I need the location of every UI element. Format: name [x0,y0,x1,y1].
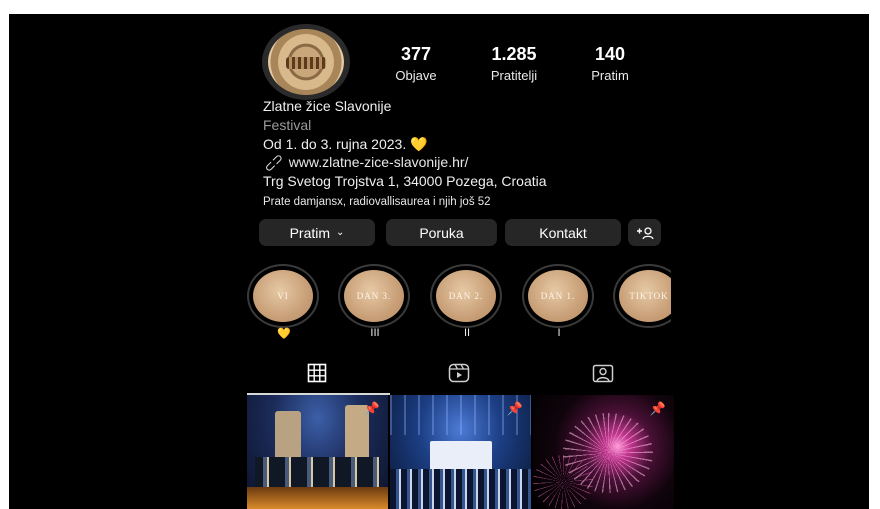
profile-screen: 377 Objave 1.285 Pratitelji 140 Pratim Z… [9,14,869,509]
followers-stat[interactable]: 1.285 Pratitelji [469,44,559,83]
contact-button-label: Kontakt [539,224,587,241]
profile-address[interactable]: Trg Svetog Trojstva 1, 34000 Pozega, Cro… [263,173,547,189]
message-button-label: Poruka [419,224,464,241]
add-person-icon [636,226,654,239]
profile-avatar[interactable] [262,24,350,100]
highlight-cover: TIKTOK [619,270,679,322]
tagged-icon [592,364,614,383]
highlight-cover: DAN 3. [344,270,404,322]
highlight-dan-3[interactable]: DAN 3. [338,264,410,328]
message-button[interactable]: Poruka [386,219,497,246]
highlight-label: I [557,327,561,339]
highlight-cover: DAN 2. [436,270,496,322]
yellow-heart-icon: 💛 [410,136,428,152]
tab-tagged[interactable] [543,360,663,386]
highlight-label: 💛 [277,328,291,340]
profile-category: Festival [263,117,312,133]
highlights-fade [671,254,701,344]
website-link[interactable]: ⊂⊃ www.zlatne-zice-slavonije.hr/ [261,150,469,176]
post-thumbnail-orchestra[interactable]: 📌 [390,395,531,509]
bio-line: Od 1. do 3. rujna 2023. 💛 [263,136,428,153]
pinned-icon: 📌 [506,401,523,416]
highlight-dan-2[interactable]: DAN 2. [430,264,502,328]
chevron-down-icon: ⌄ [336,227,345,238]
following-count: 140 [594,44,626,64]
reels-icon [448,363,470,383]
followed-by-text[interactable]: Prate damjansx, radiovallisaurea i njih … [263,196,491,208]
tab-grid[interactable] [257,360,377,386]
highlight-dan-1[interactable]: DAN 1. [522,264,594,328]
pinned-icon: 📌 [649,401,666,416]
avatar-logo [268,29,344,95]
profile-name: Zlatne žice Slavonije [263,98,392,114]
post-thumbnail-stage[interactable]: 📌 [247,395,388,509]
highlight-label: III [370,327,380,339]
posts-label: Objave [395,68,437,83]
following-button[interactable]: Pratim ⌄ [259,219,375,246]
grid-icon [307,363,327,383]
highlight-label: II [463,327,471,339]
following-button-label: Pratim [289,224,331,241]
post-thumbnail-fireworks[interactable]: 📌 [533,395,674,509]
posts-stat[interactable]: 377 Objave [371,44,461,83]
tab-reels[interactable] [399,360,519,386]
highlight-cover: VI [253,270,313,322]
following-stat[interactable]: 140 Pratim [565,44,655,83]
pinned-icon: 📌 [363,401,380,416]
following-label: Pratim [591,68,629,83]
website-url: www.zlatne-zice-slavonije.hr/ [288,154,469,170]
followers-count: 1.285 [491,44,537,64]
add-user-button[interactable] [628,219,661,246]
highlight-cover: DAN 1. [528,270,588,322]
bio-text: Od 1. do 3. rujna 2023. [263,136,407,152]
contact-button[interactable]: Kontakt [505,219,621,246]
posts-count: 377 [400,44,432,64]
highlight-vi[interactable]: VI [247,264,319,328]
followers-label: Pratitelji [490,68,538,83]
